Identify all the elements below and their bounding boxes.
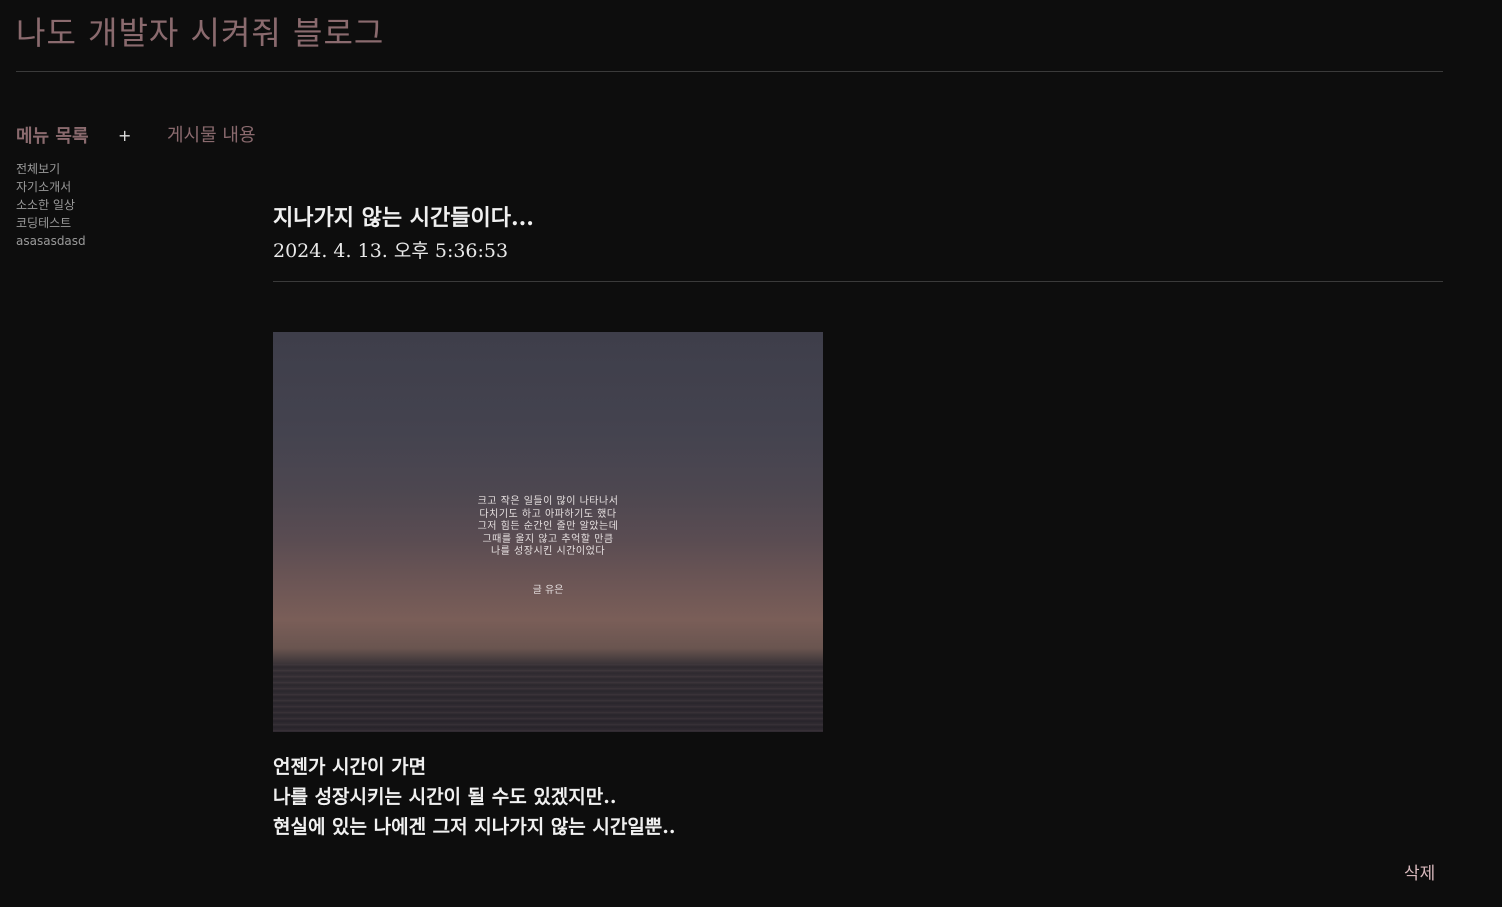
content-heading: 게시물 내용 xyxy=(167,125,256,146)
menu-item-daily-life[interactable]: 소소한 일상 xyxy=(16,196,86,214)
blog-title[interactable]: 나도 개발자 시켜줘 블로그 xyxy=(16,8,384,54)
post-body-line: 현실에 있는 나에겐 그저 지나가지 않는 시간일뿐.. xyxy=(273,816,676,838)
image-poem: 크고 작은 일들이 많이 나타나서 다치기도 하고 아파하기도 했다 그저 힘든… xyxy=(273,496,823,559)
sea-texture xyxy=(273,664,823,732)
poem-line: 그때를 울지 않고 추억할 만큼 xyxy=(482,533,614,545)
post-image: 크고 작은 일들이 많이 나타나서 다치기도 하고 아파하기도 했다 그저 힘든… xyxy=(273,332,823,732)
menu-item-self-intro[interactable]: 자기소개서 xyxy=(16,178,86,196)
delete-button[interactable]: 삭제 xyxy=(1404,859,1435,884)
add-menu-button[interactable]: + xyxy=(118,126,131,145)
poem-line: 나를 성장시킨 시간이었다 xyxy=(490,546,606,557)
image-author: 글 유은 xyxy=(532,585,564,596)
post-body: 언젠가 시간이 가면 나를 성장시키는 시간이 될 수도 있겠지만.. 현실에 … xyxy=(273,752,676,842)
poem-line: 그저 힘든 순간인 줄만 알았는데 xyxy=(477,521,619,532)
menu-list: 전체보기 자기소개서 소소한 일상 코딩테스트 asasasdasd xyxy=(16,160,86,250)
post-title: 지나가지 않는 시간들이다... xyxy=(273,205,534,231)
menu-item-all[interactable]: 전체보기 xyxy=(16,160,86,178)
poem-line: 크고 작은 일들이 많이 나타나서 xyxy=(477,496,619,507)
menu-item-coding-test[interactable]: 코딩테스트 xyxy=(16,214,86,232)
post-date: 2024. 4. 13. 오후 5:36:53 xyxy=(273,240,509,262)
menu-item-asasasdasd[interactable]: asasasdasd xyxy=(16,232,86,250)
post-body-line: 언젠가 시간이 가면 xyxy=(273,756,427,778)
poem-line: 다치기도 하고 아파하기도 했다 xyxy=(479,508,617,520)
menu-heading: 메뉴 목록 xyxy=(16,126,89,147)
post-body-line: 나를 성장시키는 시간이 될 수도 있겠지만.. xyxy=(273,786,617,808)
post-divider xyxy=(273,281,1443,282)
header-divider xyxy=(16,71,1443,72)
